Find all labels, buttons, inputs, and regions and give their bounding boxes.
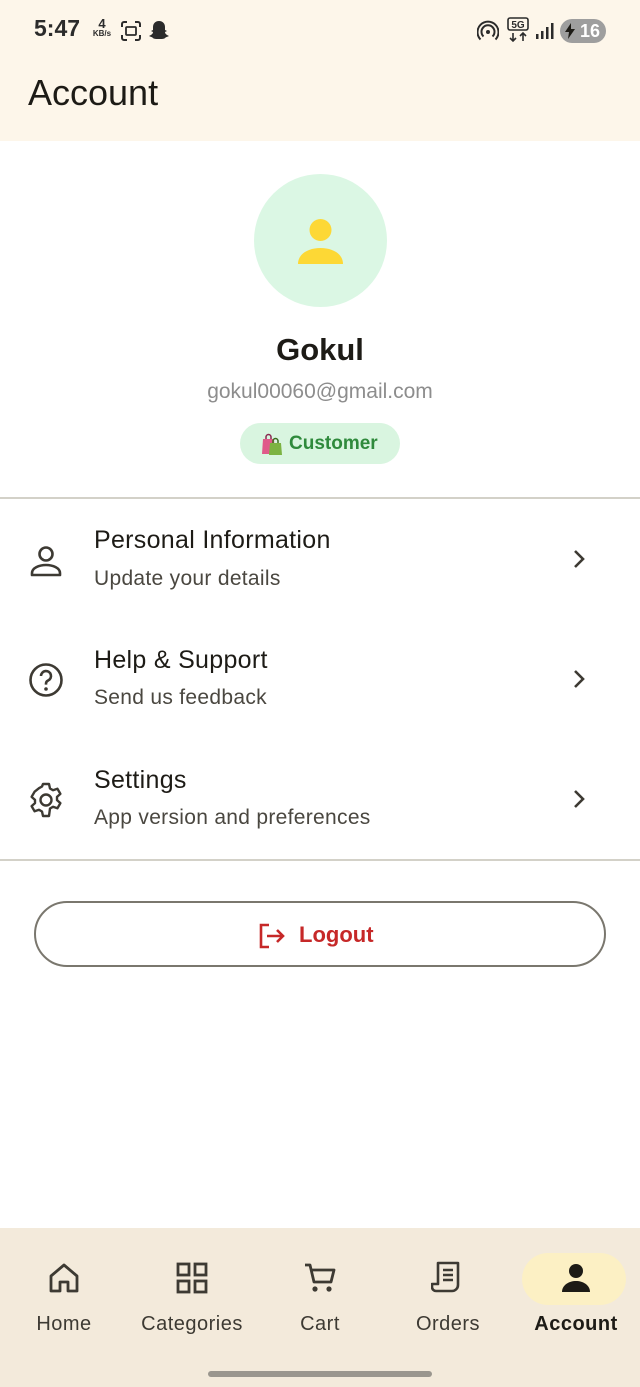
signal-icon bbox=[536, 23, 554, 39]
battery-indicator: 16 bbox=[560, 19, 606, 43]
logout-label: Logout bbox=[299, 922, 374, 947]
role-badge: Customer bbox=[240, 423, 400, 464]
nav-label: Orders bbox=[415, 1313, 481, 1335]
top-app-bar: 5:47 4 KB/s 5G 16 Account bbox=[0, 0, 640, 141]
nav-item-cart[interactable]: Cart bbox=[256, 1228, 384, 1358]
role-label: Customer bbox=[289, 433, 378, 454]
5g-icon: 5G bbox=[507, 17, 529, 43]
menu-item-help-support[interactable]: Help & Support Send us feedback bbox=[0, 624, 640, 734]
menu-item-subtitle: App version and preferences bbox=[94, 806, 371, 829]
gear-icon bbox=[30, 782, 62, 818]
person-icon bbox=[298, 219, 343, 264]
menu-item-title: Settings bbox=[94, 766, 187, 794]
network-type: 5G bbox=[511, 20, 525, 31]
cart-icon bbox=[305, 1263, 336, 1292]
receipt-icon bbox=[431, 1261, 460, 1293]
profile-name: Gokul bbox=[276, 332, 364, 367]
help-circle-icon bbox=[29, 663, 63, 697]
nav-label: Categories bbox=[141, 1313, 243, 1335]
nav-item-categories[interactable]: Categories bbox=[128, 1228, 256, 1358]
chevron-right-icon bbox=[574, 790, 585, 808]
home-icon bbox=[49, 1263, 79, 1293]
network-speed-unit: KB/s bbox=[92, 29, 112, 38]
snapchat-icon bbox=[149, 21, 169, 39]
chevron-right-icon bbox=[574, 550, 585, 568]
gesture-handle[interactable] bbox=[208, 1371, 432, 1377]
section-divider bbox=[0, 859, 640, 861]
battery-charging-icon bbox=[565, 23, 575, 39]
section-divider bbox=[0, 497, 640, 499]
bottom-navigation: Home Categories Cart Orders Account bbox=[0, 1228, 640, 1387]
menu-item-subtitle: Update your details bbox=[94, 567, 281, 590]
menu-item-title: Personal Information bbox=[94, 526, 331, 554]
chevron-right-icon bbox=[574, 670, 585, 688]
battery-level: 16 bbox=[579, 21, 600, 41]
screenshot-icon bbox=[121, 21, 141, 41]
grid-icon bbox=[176, 1262, 208, 1294]
nav-item-home[interactable]: Home bbox=[0, 1228, 128, 1358]
status-bar: 5:47 4 KB/s 5G 16 bbox=[0, 0, 640, 60]
logout-button[interactable]: Logout bbox=[34, 901, 606, 967]
person-outline-icon bbox=[30, 546, 62, 577]
person-icon bbox=[562, 1264, 590, 1292]
menu-item-title: Help & Support bbox=[94, 646, 268, 674]
hotspot-icon bbox=[477, 20, 499, 41]
shopping-bags-icon bbox=[262, 433, 282, 455]
profile-email: gokul00060@gmail.com bbox=[207, 380, 433, 403]
status-time: 5:47 bbox=[34, 15, 81, 41]
nav-label: Home bbox=[36, 1313, 92, 1335]
nav-item-account[interactable]: Account bbox=[512, 1228, 640, 1358]
nav-label: Cart bbox=[300, 1313, 340, 1335]
menu-item-subtitle: Send us feedback bbox=[94, 686, 267, 709]
network-speed: 4 KB/s bbox=[90, 17, 114, 38]
page-title: Account bbox=[28, 72, 159, 113]
nav-item-orders[interactable]: Orders bbox=[384, 1228, 512, 1358]
nav-label: Account bbox=[534, 1313, 618, 1335]
logout-icon bbox=[259, 923, 285, 949]
menu-item-settings[interactable]: Settings App version and preferences bbox=[0, 744, 640, 854]
avatar bbox=[254, 174, 387, 307]
menu-item-personal-information[interactable]: Personal Information Update your details bbox=[0, 504, 640, 614]
